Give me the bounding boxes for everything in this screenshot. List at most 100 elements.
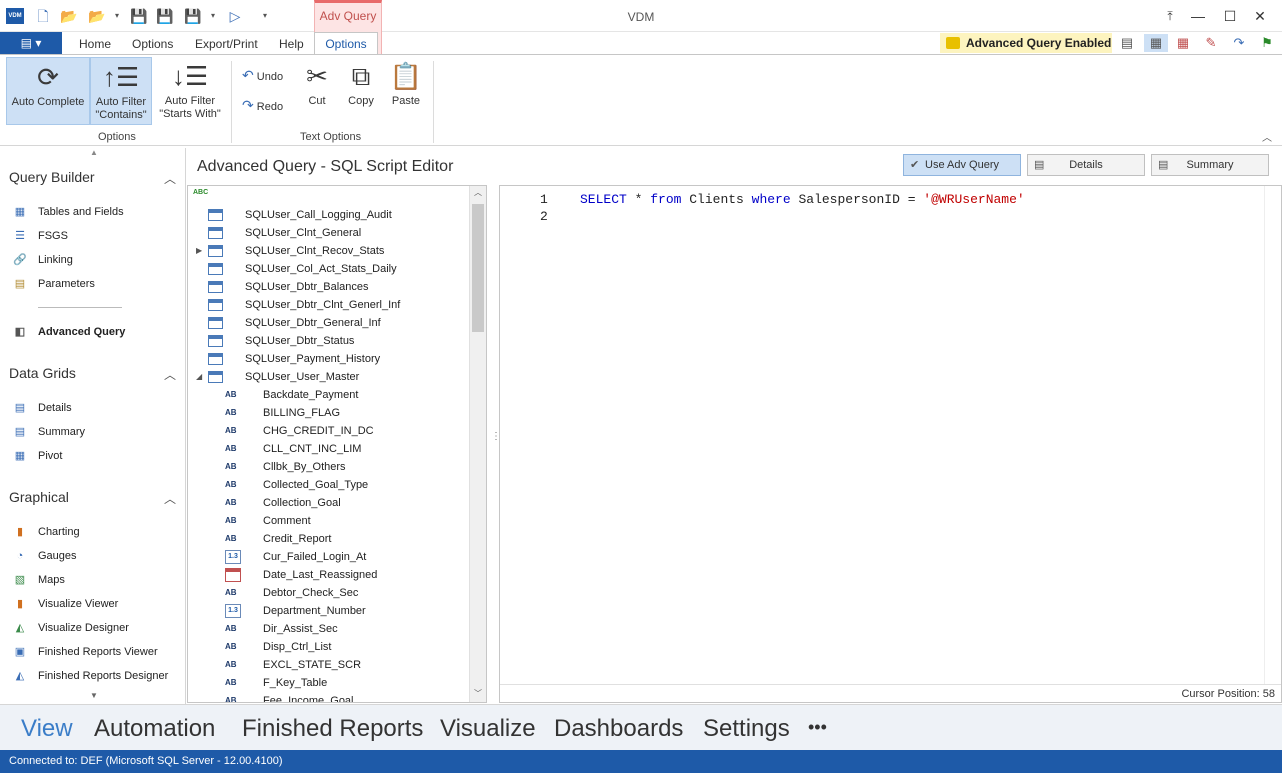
- scroll-up-icon[interactable]: ︿: [474, 187, 482, 198]
- flag-icon[interactable]: ⚑: [1258, 34, 1276, 52]
- grid-view-icon[interactable]: ▦: [1144, 34, 1168, 52]
- tree-field-row[interactable]: 1.3 Department_Number: [188, 602, 470, 620]
- bottom-nav-view[interactable]: View: [21, 715, 73, 743]
- tree-field-row[interactable]: AB BILLING_FLAG: [188, 404, 470, 422]
- tree-field-row[interactable]: AB Credit_Report: [188, 530, 470, 548]
- summary-button[interactable]: ▤ Summary: [1151, 154, 1269, 176]
- nav-item-fsgs[interactable]: ☰ FSGS: [12, 227, 68, 245]
- tree-field-row[interactable]: AB Backdate_Payment: [188, 386, 470, 404]
- refresh-arrow-icon[interactable]: ↷: [1230, 34, 1248, 52]
- nav-item-maps[interactable]: ▧ Maps: [12, 571, 65, 589]
- auto-complete-button[interactable]: ⟳ Auto Complete: [6, 57, 90, 125]
- tree-field-row[interactable]: AB EXCL_STATE_SCR: [188, 656, 470, 674]
- tree-table-row[interactable]: SQLUser_Clnt_General: [188, 224, 470, 242]
- collapse-icon[interactable]: ◢: [196, 368, 202, 386]
- query-builder-heading[interactable]: Query Builder: [9, 169, 95, 185]
- bottom-nav-finished-reports[interactable]: Finished Reports: [242, 715, 423, 743]
- tree-field-row[interactable]: AB Dir_Assist_Sec: [188, 620, 470, 638]
- maximize-button[interactable]: ☐: [1218, 6, 1242, 26]
- nav-item-charting[interactable]: ▮ Charting: [12, 523, 80, 541]
- scroll-up-icon[interactable]: ▲: [90, 148, 98, 157]
- undo-button[interactable]: ↶ Undo: [242, 67, 283, 84]
- tree-field-row[interactable]: AB Comment: [188, 512, 470, 530]
- editor-scrollbar[interactable]: [1264, 186, 1281, 684]
- tree-field-row[interactable]: AB Collected_Goal_Type: [188, 476, 470, 494]
- nav-item-linking[interactable]: 🔗 Linking: [12, 251, 73, 269]
- tree-field-row[interactable]: AB Fee_Income_Goal: [188, 692, 470, 702]
- tree-scrollbar[interactable]: ︿ ﹀: [469, 186, 486, 702]
- expand-icon[interactable]: ▶: [196, 242, 202, 260]
- schema-tree-panel[interactable]: ABC SQLUser_Call_Logging_Audit SQLUser_Cl…: [187, 185, 487, 703]
- bottom-nav-dashboards[interactable]: Dashboards: [554, 715, 683, 743]
- tree-field-row[interactable]: AB Cllbk_By_Others: [188, 458, 470, 476]
- document-view-icon[interactable]: ▤: [1118, 34, 1136, 52]
- eraser-icon[interactable]: ✎: [1202, 34, 1220, 52]
- tree-field-row[interactable]: AB CLL_CNT_INC_LIM: [188, 440, 470, 458]
- tree-field-row[interactable]: AB CHG_CREDIT_IN_DC: [188, 422, 470, 440]
- paste-button[interactable]: 📋 Paste: [388, 57, 424, 125]
- tab-help[interactable]: Help: [279, 37, 304, 51]
- chevron-up-icon[interactable]: ︿: [164, 490, 176, 507]
- scroll-down-icon[interactable]: ﹀: [474, 688, 482, 699]
- tree-table-row[interactable]: SQLUser_Dbtr_Clnt_Generl_Inf: [188, 296, 470, 314]
- chevron-up-icon[interactable]: ︿: [164, 366, 176, 383]
- tab-home[interactable]: Home: [79, 37, 111, 51]
- chevron-up-icon[interactable]: ︿: [164, 170, 176, 187]
- tree-table-row[interactable]: SQLUser_Col_Act_Stats_Daily: [188, 260, 470, 278]
- tree-table-row[interactable]: SQLUser_Payment_History: [188, 350, 470, 368]
- nav-item-tables-and-fields[interactable]: ▦ Tables and Fields: [12, 203, 124, 221]
- panel-splitter[interactable]: ⋮: [489, 185, 501, 703]
- details-button[interactable]: ▤ Details: [1027, 154, 1145, 176]
- tree-table-row[interactable]: SQLUser_Call_Logging_Audit: [188, 206, 470, 224]
- tree-field-row[interactable]: AB Debtor_Check_Sec: [188, 584, 470, 602]
- copy-button[interactable]: ⧉ Copy: [342, 57, 380, 125]
- ribbon-display-options-icon[interactable]: ⤒: [1158, 6, 1182, 26]
- tree-table-row[interactable]: ▶ SQLUser_Clnt_Recov_Stats: [188, 242, 470, 260]
- auto-filter-starts-with-button[interactable]: ↓☰ Auto Filter "Starts With": [155, 57, 225, 125]
- cut-button[interactable]: ✂ Cut: [300, 57, 334, 125]
- tree-field-row[interactable]: AB Collection_Goal: [188, 494, 470, 512]
- scroll-down-icon[interactable]: ▼: [90, 691, 98, 700]
- file-menu-button[interactable]: ▤ ▾: [0, 32, 62, 54]
- bottom-nav-settings[interactable]: Settings: [703, 715, 790, 743]
- data-grids-heading[interactable]: Data Grids: [9, 365, 76, 381]
- tree-table-row[interactable]: ◢ SQLUser_User_Master: [188, 368, 470, 386]
- redo-button[interactable]: ↷ Redo: [242, 97, 283, 114]
- nav-item-gauges[interactable]: ◔ Gauges: [12, 547, 77, 565]
- nav-item-summary[interactable]: ▤ Summary: [12, 423, 85, 441]
- tree-field-row[interactable]: AB Disp_Ctrl_List: [188, 638, 470, 656]
- tree-table-row[interactable]: SQLUser_Dbtr_General_Inf: [188, 314, 470, 332]
- nav-item-label: Tables and Fields: [38, 206, 124, 218]
- tree-field-row[interactable]: AB F_Key_Table: [188, 674, 470, 692]
- field-name: BILLING_FLAG: [263, 407, 341, 419]
- nav-item-pivot[interactable]: ▦ Pivot: [12, 447, 63, 465]
- graphical-heading[interactable]: Graphical: [9, 489, 69, 505]
- sql-code-editor[interactable]: 1 2 SELECT * from Clients where Salesper…: [499, 185, 1282, 703]
- auto-filter-contains-button[interactable]: ↑☰ Auto Filter "Contains": [90, 57, 152, 125]
- use-adv-query-button[interactable]: ✔ Use Adv Query: [903, 154, 1021, 176]
- more-icon[interactable]: •••: [808, 717, 827, 738]
- nav-item-visualize-designer[interactable]: ◭ Visualize Designer: [12, 619, 129, 637]
- nav-item-visualize-viewer[interactable]: ▮ Visualize Viewer: [12, 595, 118, 613]
- calendar-icon[interactable]: ▦: [1174, 34, 1192, 52]
- tree-field-row[interactable]: 1.3 Cur_Failed_Login_At: [188, 548, 470, 566]
- scrollbar-thumb[interactable]: [472, 204, 484, 332]
- nav-item-details[interactable]: ▤ Details: [12, 399, 72, 417]
- nav-item-finished-reports-viewer[interactable]: ▣ Finished Reports Viewer: [12, 643, 158, 661]
- nav-item-parameters[interactable]: ▤ Parameters: [12, 275, 95, 293]
- bottom-nav-visualize[interactable]: Visualize: [440, 715, 536, 743]
- minimize-button[interactable]: —: [1186, 6, 1210, 26]
- tab-options[interactable]: Options: [132, 37, 173, 51]
- code-line[interactable]: SELECT * from Clients where SalespersonI…: [580, 192, 1025, 207]
- tree-table-row[interactable]: SQLUser_Dbtr_Balances: [188, 278, 470, 296]
- nav-item-finished-reports-designer[interactable]: ◭ Finished Reports Designer: [12, 667, 168, 685]
- tab-adv-query-options[interactable]: Options: [314, 32, 378, 55]
- tree-field-row[interactable]: Date_Last_Reassigned: [188, 566, 470, 584]
- abc-sort-icon[interactable]: ABC: [193, 189, 208, 196]
- bottom-nav-automation[interactable]: Automation: [94, 715, 215, 743]
- tree-table-row[interactable]: SQLUser_Dbtr_Status: [188, 332, 470, 350]
- nav-item-advanced-query[interactable]: ◧ Advanced Query: [12, 323, 126, 341]
- collapse-ribbon-icon[interactable]: ︿: [1262, 129, 1272, 144]
- tab-export-print[interactable]: Export/Print: [195, 37, 258, 51]
- close-button[interactable]: ✕: [1248, 6, 1272, 26]
